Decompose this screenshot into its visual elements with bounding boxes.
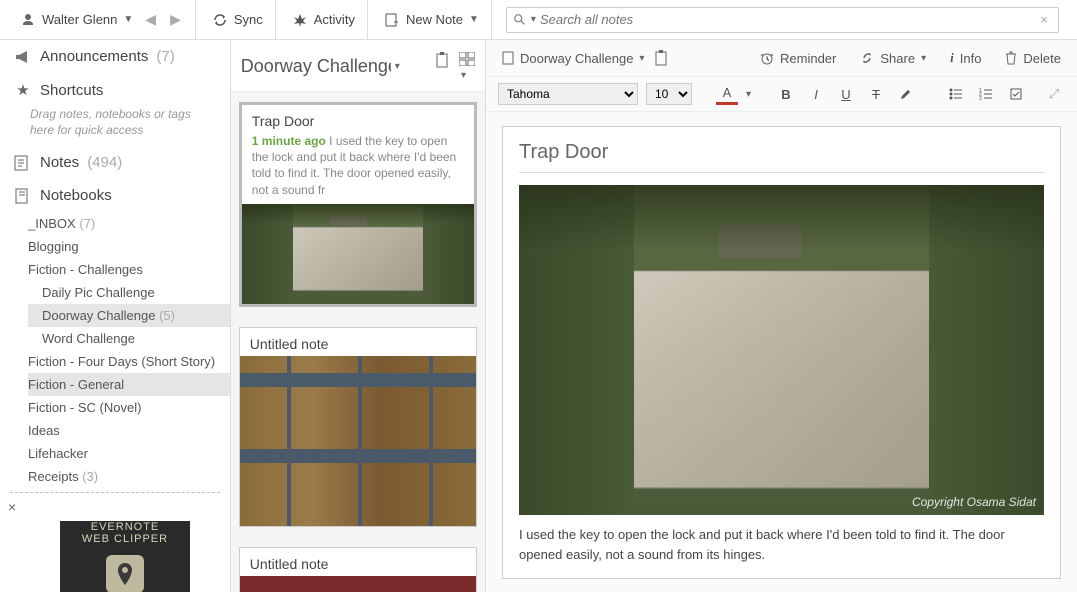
bullet-list-button[interactable] bbox=[945, 83, 967, 105]
note-card-thumbnail bbox=[240, 356, 476, 526]
notebook-icon bbox=[14, 188, 32, 204]
underline-button[interactable]: U bbox=[835, 83, 857, 105]
notebook-item[interactable]: Fiction - Four Days (Short Story) bbox=[28, 350, 230, 373]
delete-button[interactable]: Delete bbox=[1005, 51, 1061, 66]
note-card-thumbnail bbox=[240, 576, 476, 592]
font-family-select[interactable]: Tahoma bbox=[498, 83, 638, 105]
note-card-thumbnail bbox=[242, 204, 474, 304]
clipboard-icon[interactable] bbox=[654, 50, 668, 66]
trash-icon bbox=[1005, 51, 1017, 65]
share-button[interactable]: Share ▾ bbox=[860, 51, 926, 66]
notebook-item[interactable]: Daily Pic Challenge bbox=[28, 281, 230, 304]
notelist-title[interactable]: Doorway Challenge ▾ bbox=[241, 56, 400, 77]
note-image[interactable]: Copyright Osama Sidat bbox=[519, 185, 1044, 515]
highlight-button[interactable] bbox=[895, 83, 917, 105]
note-card[interactable]: Untitled note bbox=[239, 547, 477, 592]
search-box[interactable]: ▾ × bbox=[506, 7, 1059, 33]
web-clipper-promo[interactable]: EVERNOTE WEB CLIPPER bbox=[60, 521, 190, 592]
caret-down-icon: ▼ bbox=[469, 14, 479, 25]
note-icon bbox=[14, 155, 32, 171]
note-content[interactable]: Trap Door Copyright Osama Sidat I used t… bbox=[502, 126, 1061, 579]
notebook-item[interactable]: Fiction - General bbox=[28, 373, 230, 396]
font-size-select[interactable]: 10 bbox=[646, 83, 692, 105]
notebook-selector[interactable]: Doorway Challenge ▾ bbox=[502, 51, 644, 66]
star-icon: ★ bbox=[14, 81, 32, 99]
notebook-item[interactable]: Word Challenge bbox=[28, 327, 230, 350]
user-name: Walter Glenn bbox=[42, 12, 117, 27]
user-menu[interactable]: Walter Glenn ▼ bbox=[18, 8, 135, 32]
view-mode-icon[interactable]: ▾ bbox=[459, 52, 475, 81]
image-copyright: Copyright Osama Sidat bbox=[912, 495, 1036, 509]
reminder-button[interactable]: Reminder bbox=[760, 51, 836, 66]
note-card[interactable]: Trap Door 1 minute ago I used the key to… bbox=[239, 102, 477, 307]
bold-button[interactable]: B bbox=[775, 83, 797, 105]
notebook-item[interactable]: Receipts (3) bbox=[28, 465, 230, 488]
shortcuts-section[interactable]: ★ Shortcuts bbox=[0, 73, 230, 107]
notebook-item[interactable]: _INBOX (7) bbox=[28, 212, 230, 235]
activity-button[interactable]: Activity bbox=[290, 8, 357, 32]
sidebar: Announcements (7) ★ Shortcuts Drag notes… bbox=[0, 40, 231, 592]
forward-arrow[interactable]: ▶ bbox=[166, 11, 185, 28]
note-title[interactable]: Trap Door bbox=[519, 141, 1044, 173]
notebook-item[interactable]: Fiction - SC (Novel) bbox=[28, 396, 230, 419]
note-card-title: Trap Door bbox=[242, 105, 474, 133]
caret-down-icon[interactable]: ▾ bbox=[746, 89, 751, 100]
new-note-button[interactable]: New Note ▼ bbox=[382, 8, 481, 32]
note-card-title: Untitled note bbox=[240, 328, 476, 356]
sync-button[interactable]: Sync bbox=[210, 8, 265, 32]
notebook-item[interactable]: Blogging bbox=[28, 235, 230, 258]
caret-down-icon: ▾ bbox=[639, 53, 644, 64]
note-card[interactable]: Untitled note bbox=[239, 327, 477, 527]
search-icon bbox=[513, 13, 527, 27]
editor-panel: Doorway Challenge ▾ Reminder Share ▾ i I… bbox=[486, 40, 1077, 592]
notebook-item[interactable]: Lifehacker bbox=[28, 442, 230, 465]
numbered-list-button[interactable]: 123 bbox=[975, 83, 997, 105]
italic-button[interactable]: I bbox=[805, 83, 827, 105]
note-list-panel: Doorway Challenge ▾ ▾ Trap Door 1 minute… bbox=[231, 40, 486, 592]
back-arrow[interactable]: ◀ bbox=[141, 11, 160, 28]
expand-toolbar-button[interactable]: ⤢ bbox=[1043, 83, 1065, 105]
caret-down-icon[interactable]: ▾ bbox=[531, 14, 536, 25]
caret-down-icon: ▼ bbox=[123, 14, 133, 25]
strikethrough-button[interactable]: T bbox=[865, 83, 887, 105]
notebook-item[interactable]: Fiction - Challenges bbox=[28, 258, 230, 281]
notebook-item[interactable]: Ideas bbox=[28, 419, 230, 442]
caret-down-icon: ▾ bbox=[921, 53, 926, 64]
note-card-title: Untitled note bbox=[240, 548, 476, 576]
caret-down-icon: ▾ bbox=[395, 61, 400, 72]
clear-search-icon[interactable]: × bbox=[1036, 12, 1052, 27]
checkbox-button[interactable] bbox=[1005, 83, 1027, 105]
search-input[interactable] bbox=[540, 12, 1036, 27]
close-promo-icon[interactable]: × bbox=[0, 497, 230, 517]
note-body-text[interactable]: I used the key to open the lock and put … bbox=[519, 525, 1044, 564]
notebooks-section[interactable]: Notebooks bbox=[0, 179, 230, 212]
announcements-section[interactable]: Announcements (7) bbox=[0, 40, 230, 73]
info-icon: i bbox=[950, 50, 954, 66]
clipboard-icon[interactable] bbox=[435, 52, 449, 81]
font-color-button[interactable]: A bbox=[716, 83, 738, 105]
note-card-snippet: 1 minute ago I used the key to open the … bbox=[242, 133, 474, 204]
megaphone-icon bbox=[14, 50, 32, 64]
info-button[interactable]: i Info bbox=[950, 50, 981, 66]
svg-text:3: 3 bbox=[979, 96, 982, 100]
notes-section[interactable]: Notes (494) bbox=[0, 146, 230, 179]
notebook-item[interactable]: Doorway Challenge (5) bbox=[28, 304, 230, 327]
shortcuts-hint: Drag notes, notebooks or tags here for q… bbox=[0, 107, 230, 146]
